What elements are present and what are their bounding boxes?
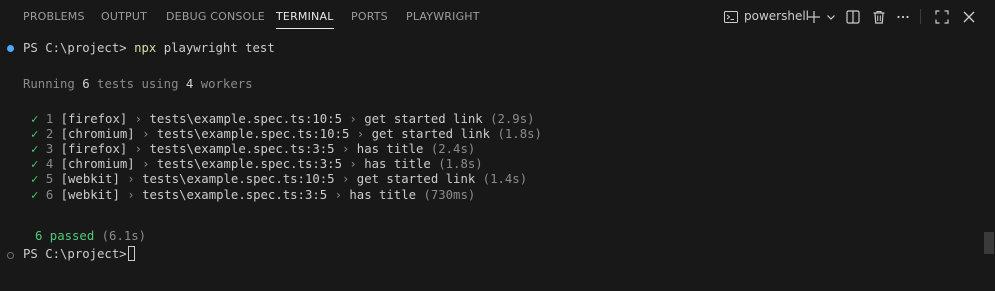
terminal-output[interactable]: PS C:\project> npx playwright test Runni…: [0, 33, 981, 291]
running-line: Running 6 tests using 4 workers: [23, 77, 253, 91]
check-icon: ✓: [31, 188, 39, 202]
check-icon: ✓: [31, 142, 39, 156]
final-prompt-line[interactable]: PS C:\project>: [23, 245, 135, 264]
summary-line: 6 passed (6.1s): [35, 227, 146, 246]
close-icon[interactable]: [959, 7, 979, 27]
prompt: PS C:\project>: [23, 247, 127, 261]
tab-problems[interactable]: PROBLEMS: [23, 0, 85, 33]
check-icon: ✓: [31, 172, 39, 186]
command-line: PS C:\project> npx playwright test: [23, 39, 275, 58]
ellipsis-icon[interactable]: [893, 7, 913, 27]
panel-header: PROBLEMS OUTPUT DEBUG CONSOLE TERMINAL P…: [0, 0, 995, 33]
toolbar-separator: [920, 9, 921, 24]
terminal-name-label[interactable]: powershell: [744, 0, 809, 33]
check-icon: ✓: [31, 127, 39, 141]
tab-playwright[interactable]: PLAYWRIGHT: [406, 0, 480, 33]
command-program: npx: [134, 41, 157, 55]
test-result-row: ✓ 6 [webkit] › tests\example.spec.ts:3:5…: [31, 188, 476, 202]
tab-terminal[interactable]: TERMINAL: [276, 0, 334, 33]
chevron-down-icon[interactable]: [821, 7, 841, 27]
tab-output[interactable]: OUTPUT: [101, 0, 147, 33]
prompt: PS C:\project>: [23, 41, 127, 55]
command-pending-decoration-icon[interactable]: [7, 252, 14, 259]
split-icon[interactable]: [843, 7, 863, 27]
check-icon: ✓: [31, 112, 39, 126]
scrollbar-thumb[interactable]: [984, 232, 994, 254]
passed-count: 6 passed: [35, 229, 95, 243]
maximize-icon[interactable]: [932, 7, 952, 27]
trash-icon[interactable]: [869, 7, 889, 27]
total-time: (6.1s): [101, 229, 147, 243]
command-args: playwright test: [163, 41, 275, 55]
terminal-icon[interactable]: [721, 7, 741, 27]
terminal-cursor: [127, 246, 135, 261]
check-icon: ✓: [31, 157, 39, 171]
command-success-decoration-icon[interactable]: [7, 45, 14, 52]
tab-debug-console[interactable]: DEBUG CONSOLE: [166, 0, 265, 33]
tab-ports[interactable]: PORTS: [351, 0, 388, 33]
